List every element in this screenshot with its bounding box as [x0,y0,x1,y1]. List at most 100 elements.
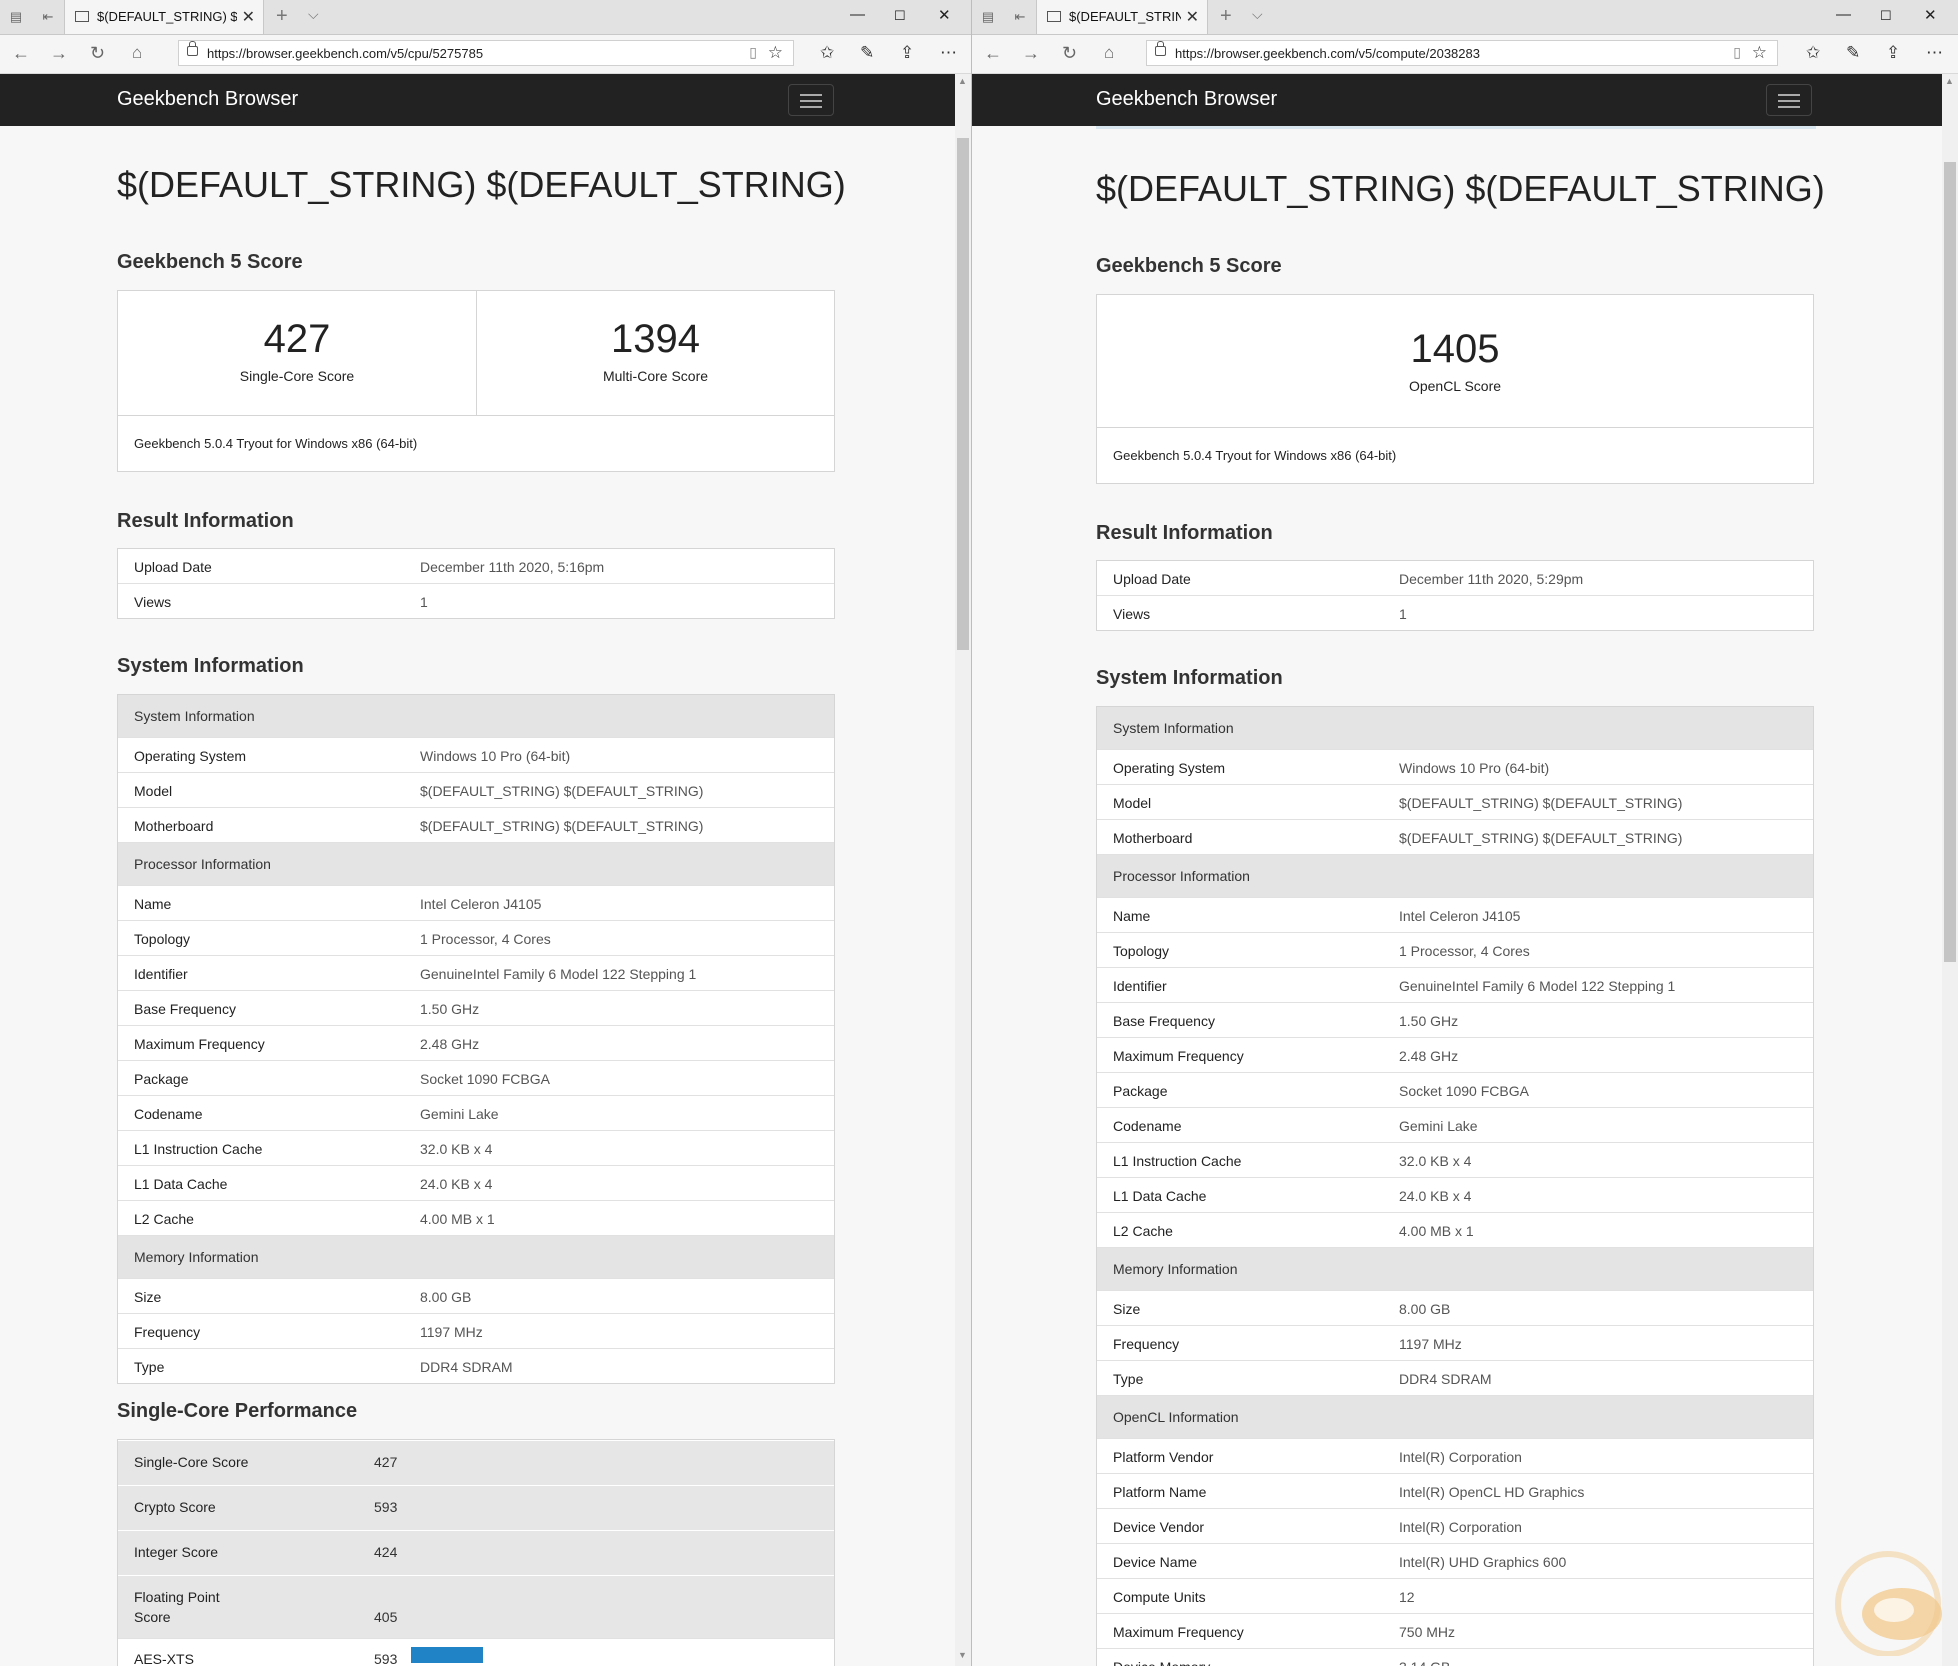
table-row: Identifier GenuineIntel Family 6 Model 12… [1097,967,1813,1002]
scrollbar-thumb[interactable] [957,138,969,650]
score-label: Multi-Core Score [602,368,709,384]
pen-icon[interactable]: ✎ [1846,43,1860,63]
reading-view-icon[interactable]: ▯ [1733,44,1741,61]
menu-icon-line [1778,94,1800,96]
scrollbar[interactable]: ▲ [1942,74,1958,1666]
site-brand[interactable]: Geekbench Browser [1096,88,1277,111]
forward-icon[interactable]: → [50,43,68,64]
more-icon[interactable]: ⋯ [940,43,957,63]
refresh-icon[interactable]: ↻ [90,43,105,64]
row-value: 750 MHz [1399,1624,1456,1640]
row-value: $(DEFAULT_STRING) $(DEFAULT_STRING) [420,783,704,799]
favorite-star-icon[interactable]: ☆ [1752,43,1767,63]
new-tab-icon[interactable]: + [276,5,288,28]
table-row: L2 Cache 4.00 MB x 1 [1097,1212,1813,1247]
home-icon[interactable]: ⌂ [1104,43,1114,63]
pen-icon[interactable]: ✎ [860,43,874,63]
row-key: Integer Score [134,1544,219,1560]
address-bar-row: ← → ↻ ⌂ https://browser.geekbench.com/v5… [0,35,971,74]
url-field[interactable]: https://browser.geekbench.com/v5/compute… [1146,40,1778,66]
row-key: L1 Instruction Cache [1113,1153,1242,1169]
favorite-star-icon[interactable]: ☆ [768,43,783,63]
reading-view-icon[interactable]: ▯ [749,44,757,61]
section-header-label: OpenCL Information [1113,1409,1239,1425]
row-value: 12 [1399,1589,1415,1605]
table-row: L1 Data Cache 24.0 KB x 4 [118,1165,834,1200]
close-tab-icon[interactable]: ✕ [1186,7,1199,27]
maximize-icon[interactable]: ☐ [894,8,906,24]
tab-list-chevron-icon[interactable]: ⌵ [308,6,319,23]
row-key: AES-XTS [134,1651,194,1666]
row-key: Views [1113,606,1151,622]
row-value: $(DEFAULT_STRING) $(DEFAULT_STRING) [1399,795,1683,811]
table-row: Maximum Frequency 2.48 GHz [1097,1037,1813,1072]
minimize-icon[interactable]: — [1836,6,1851,23]
scroll-up-icon[interactable]: ▲ [958,76,967,86]
close-window-icon[interactable]: ✕ [1924,6,1937,24]
tab-preview-icon[interactable]: ▤ [978,7,998,27]
table-row: Operating System Windows 10 Pro (64-bit) [118,737,834,772]
scroll-up-icon[interactable]: ▲ [1945,76,1954,86]
back-icon[interactable]: ← [12,43,30,64]
row-key: Base Frequency [134,1001,236,1017]
maximize-icon[interactable]: ☐ [1880,8,1892,24]
table-row: Package Socket 1090 FCBGA [1097,1072,1813,1107]
row-value: 427 [374,1454,398,1470]
table-row: Compute Units 12 [1097,1578,1813,1613]
menu-icon-line [800,100,822,102]
result-table: Upload Date December 11th 2020, 5:16pm Vi… [117,548,835,619]
multi-core-score-cell: 1394 Multi-Core Score [477,291,834,384]
url-field[interactable]: https://browser.geekbench.com/v5/cpu/527… [178,40,794,66]
row-value: Intel(R) UHD Graphics 600 [1399,1554,1567,1570]
set-aside-tabs-icon[interactable]: ⇤ [1010,7,1030,27]
favorites-icon[interactable]: ✩ [820,43,834,63]
row-value: Windows 10 Pro (64-bit) [1399,760,1550,776]
tab-list-chevron-icon[interactable]: ⌵ [1252,6,1263,23]
minimize-icon[interactable]: — [850,6,865,23]
close-window-icon[interactable]: ✕ [938,6,951,24]
row-key: Size [1113,1301,1141,1317]
site-brand[interactable]: Geekbench Browser [117,88,298,111]
back-icon[interactable]: ← [984,43,1002,64]
share-icon[interactable]: ⇪ [900,43,914,63]
table-row: L1 Instruction Cache 32.0 KB x 4 [118,1130,834,1165]
more-icon[interactable]: ⋯ [1926,43,1943,63]
row-value: 1 Processor, 4 Cores [420,931,551,947]
table-row: Size 8.00 GB [1097,1290,1813,1325]
row-value: 1197 MHz [1399,1336,1462,1352]
row-value: 8.00 GB [1399,1301,1451,1317]
new-tab-icon[interactable]: + [1220,5,1232,28]
tab-preview-icon[interactable]: ▤ [6,7,26,27]
section-header-label: System Information [1113,720,1234,736]
browser-tab[interactable]: $(DEFAULT_STRING) $(DEFAULT_STRING) ✕ [1036,0,1208,34]
opencl-score-cell: 1405 OpenCL Score [1097,295,1813,394]
section-header-label: Processor Information [1113,868,1250,884]
favorites-icon[interactable]: ✩ [1806,43,1820,63]
forward-icon[interactable]: → [1022,43,1040,64]
row-value: Windows 10 Pro (64-bit) [420,748,571,764]
row-value: 1197 MHz [420,1324,483,1340]
row-value: 24.0 KB x 4 [420,1176,493,1192]
row-key: Floating Point Score [134,1589,220,1625]
share-icon[interactable]: ⇪ [1886,43,1900,63]
row-key: Model [1113,795,1152,811]
version-footer: Geekbench 5.0.4 Tryout for Windows x86 (… [1097,427,1813,485]
scrollbar-thumb[interactable] [1944,162,1956,962]
row-key: Package [1113,1083,1168,1099]
row-value: GenuineIntel Family 6 Model 122 Stepping… [1399,978,1676,994]
table-row: L1 Instruction Cache 32.0 KB x 4 [1097,1142,1813,1177]
close-tab-icon[interactable]: ✕ [242,7,255,27]
row-key: Upload Date [1113,571,1191,587]
home-icon[interactable]: ⌂ [132,43,142,63]
row-key: Codename [1113,1118,1182,1134]
set-aside-tabs-icon[interactable]: ⇤ [38,7,58,27]
browser-tab[interactable]: $(DEFAULT_STRING) $(DEFAULT_STRING) ✕ [64,0,264,34]
refresh-icon[interactable]: ↻ [1062,43,1077,64]
table-row: Frequency 1197 MHz [118,1313,834,1348]
scroll-down-icon[interactable]: ▼ [958,1650,967,1660]
url-text: https://browser.geekbench.com/v5/cpu/527… [207,46,484,61]
row-value: 32.0 KB x 4 [420,1141,493,1157]
menu-toggle[interactable] [1766,84,1812,116]
menu-toggle[interactable] [788,84,834,116]
scrollbar[interactable]: ▲ ▼ [955,74,971,1666]
